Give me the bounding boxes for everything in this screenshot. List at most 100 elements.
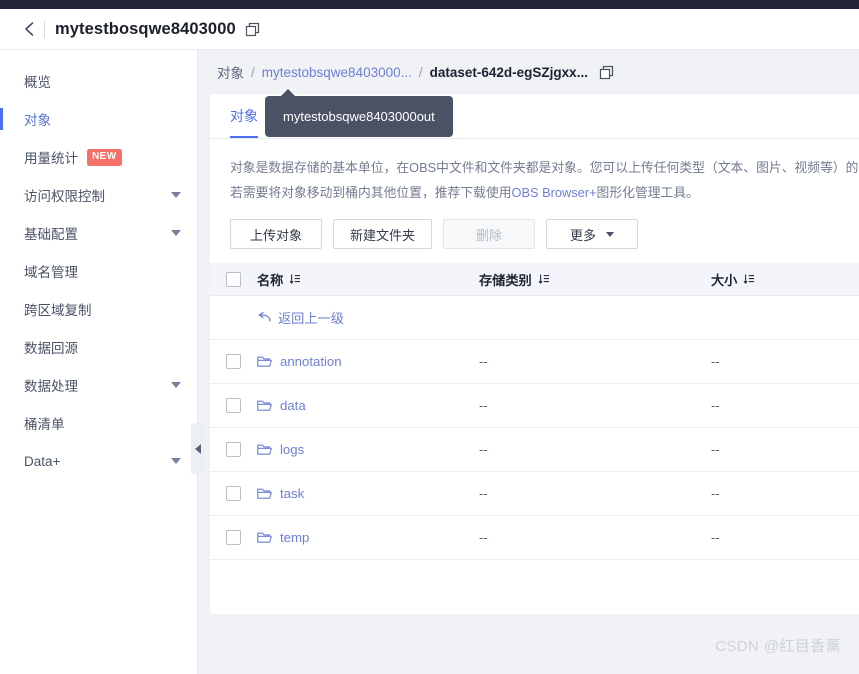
tooltip-text: mytestobsqwe8403000out	[283, 109, 435, 124]
tab-label: 对象	[230, 108, 258, 124]
select-all-checkbox[interactable]	[226, 271, 241, 287]
column-header-label: 存储类别	[479, 272, 532, 288]
copy-icon	[599, 65, 614, 79]
row-checkbox[interactable]	[226, 442, 241, 457]
folder-icon	[257, 531, 272, 544]
folder-glyph	[257, 356, 272, 367]
chevron-left-icon	[24, 22, 33, 36]
delete-button: 删除	[443, 219, 536, 249]
copy-bucket-name-button[interactable]	[245, 22, 260, 37]
chevron-down-icon	[171, 230, 181, 236]
row-storage-class: --	[479, 398, 488, 413]
header-divider	[44, 20, 45, 38]
folder-icon	[257, 443, 272, 456]
new-folder-button[interactable]: 新建文件夹	[333, 219, 433, 249]
row-checkbox[interactable]	[226, 486, 241, 501]
app-root: mytestbosqwe8403000 概览 对象 用量统计 NEW 访问权限控…	[0, 0, 859, 674]
toolbar: 上传对象 新建文件夹 删除 更多	[210, 205, 859, 249]
description-line-2-suffix: 图形化管理工具。	[596, 185, 699, 200]
row-size: --	[711, 530, 720, 545]
breadcrumb-separator: /	[251, 64, 255, 80]
row-name-cell: logs	[257, 442, 479, 457]
folder-glyph	[257, 532, 272, 543]
sidebar-item-label: 基础配置	[24, 227, 78, 242]
sidebar-item-label: 跨区域复制	[24, 303, 92, 318]
back-button[interactable]	[14, 21, 44, 37]
sidebar-item-data-backtrack[interactable]: 数据回源	[0, 328, 197, 366]
back-arrow-glyph	[258, 311, 271, 322]
main-content: 对象 / mytestobsqwe8403000... / dataset-64…	[198, 50, 859, 674]
sidebar-item-objects[interactable]: 对象	[0, 100, 197, 138]
sidebar-item-label: 数据回源	[24, 341, 78, 356]
watermark: CSDN @红目香薰	[715, 638, 841, 655]
row-select-cell	[210, 398, 257, 413]
folder-glyph	[257, 444, 272, 455]
column-header-storage-class[interactable]: 存储类别	[479, 270, 711, 289]
top-bar-strip	[0, 0, 859, 9]
column-header-label: 大小	[711, 272, 738, 288]
obs-browser-link[interactable]: OBS Browser+	[512, 185, 597, 200]
column-header-size[interactable]: 大小	[711, 270, 859, 289]
new-badge: NEW	[87, 148, 122, 166]
folder-icon	[257, 487, 272, 500]
folder-name-link[interactable]: task	[280, 486, 304, 501]
row-storage-class: --	[479, 530, 488, 545]
page-title: mytestbosqwe8403000	[55, 19, 236, 38]
copy-path-button[interactable]	[599, 65, 614, 80]
upload-object-button[interactable]: 上传对象	[230, 219, 322, 249]
folder-name-link[interactable]: temp	[280, 530, 309, 545]
sidebar-item-overview[interactable]: 概览	[0, 62, 197, 100]
row-select-cell	[210, 442, 257, 457]
sidebar-item-usage-stats[interactable]: 用量统计 NEW	[0, 138, 197, 176]
table-row[interactable]: data -- --	[210, 384, 859, 428]
go-up-label: 返回上一级	[278, 311, 344, 326]
tab-objects[interactable]: 对象	[230, 94, 258, 138]
breadcrumb-bucket[interactable]: mytestobsqwe8403000...	[262, 65, 412, 80]
folder-name-link[interactable]: annotation	[280, 354, 342, 369]
go-up-link[interactable]: 返回上一级	[257, 308, 344, 327]
collapse-sidebar-handle[interactable]	[191, 423, 205, 475]
row-checkbox[interactable]	[226, 354, 241, 369]
sort-icon[interactable]	[743, 273, 755, 285]
row-name-cell: task	[257, 486, 479, 501]
go-up-row: 返回上一级	[210, 296, 859, 340]
breadcrumb-current: dataset-642d-egSZjgxx...	[429, 64, 588, 80]
description-line-2-prefix: 若需要将对象移动到桶内其他位置，推荐下载使用	[230, 185, 512, 200]
sidebar-item-label: 数据处理	[24, 379, 78, 394]
column-header-name[interactable]: 名称	[257, 270, 479, 289]
row-checkbox[interactable]	[226, 398, 241, 413]
sidebar-item-label: 概览	[24, 75, 51, 90]
table-row[interactable]: annotation -- --	[210, 340, 859, 384]
row-select-cell	[210, 354, 257, 369]
sidebar-item-bucket-inventory[interactable]: 桶清单	[0, 404, 197, 442]
more-button[interactable]: 更多	[546, 219, 639, 249]
delete-label: 删除	[476, 227, 503, 243]
sort-glyph	[289, 274, 301, 284]
sidebar-item-access-control[interactable]: 访问权限控制	[0, 176, 197, 214]
folder-name-link[interactable]: data	[280, 398, 306, 413]
row-name-cell: temp	[257, 530, 479, 545]
sort-icon[interactable]	[289, 273, 301, 285]
breadcrumb-root[interactable]: 对象	[217, 62, 244, 82]
select-all-cell	[210, 271, 257, 287]
objects-card: 对象 已删除对象 碎片 对象是数据存储的基本单位，在OBS中文件和文件夹都是对象…	[210, 94, 859, 614]
table-row[interactable]: temp -- --	[210, 516, 859, 560]
description-line-2: 若需要将对象移动到桶内其他位置，推荐下载使用OBS Browser+图形化管理工…	[230, 180, 851, 205]
new-folder-label: 新建文件夹	[350, 227, 416, 243]
sidebar-item-data-processing[interactable]: 数据处理	[0, 366, 197, 404]
back-arrow-icon	[257, 311, 271, 324]
sidebar-item-data-plus[interactable]: Data+	[0, 442, 197, 480]
row-storage-class: --	[479, 442, 488, 457]
table-row[interactable]: task -- --	[210, 472, 859, 516]
sidebar-item-basic-config[interactable]: 基础配置	[0, 214, 197, 252]
folder-name-link[interactable]: logs	[280, 442, 304, 457]
sidebar-item-cross-region-replication[interactable]: 跨区域复制	[0, 290, 197, 328]
table-row[interactable]: logs -- --	[210, 428, 859, 472]
row-size: --	[711, 398, 720, 413]
sidebar-item-label: 对象	[24, 113, 51, 128]
breadcrumb-separator: /	[418, 64, 423, 80]
chevron-down-icon	[606, 231, 615, 237]
row-checkbox[interactable]	[226, 530, 241, 545]
sidebar-item-domain-management[interactable]: 域名管理	[0, 252, 197, 290]
sort-icon[interactable]	[538, 273, 550, 285]
